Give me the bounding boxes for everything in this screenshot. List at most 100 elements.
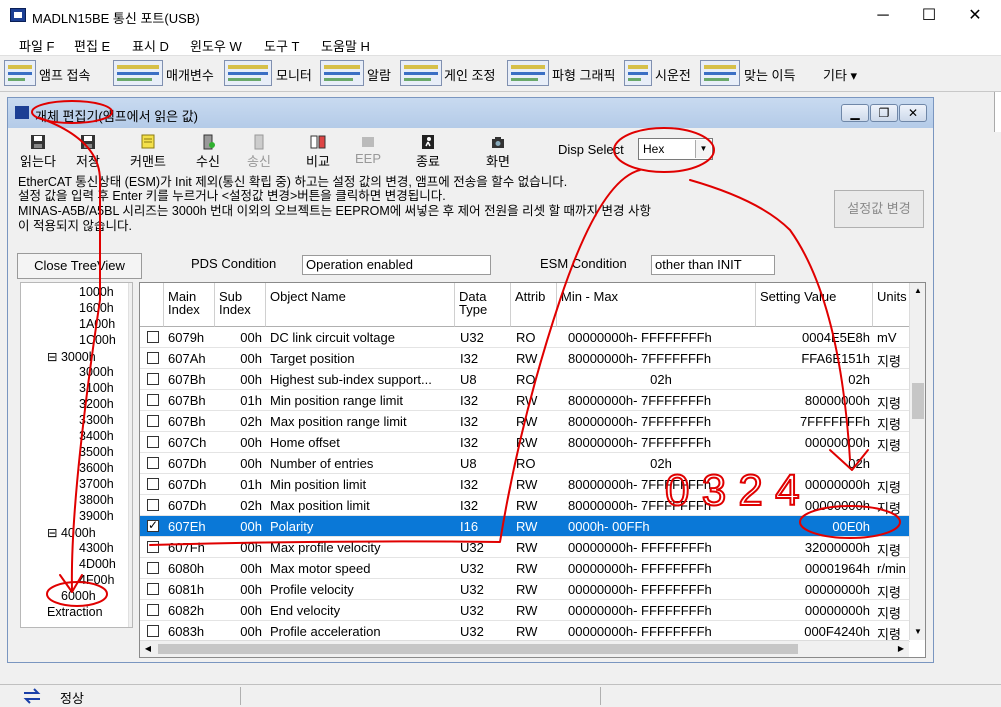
cell-value[interactable]: 00E0h bbox=[760, 519, 870, 534]
tree-node[interactable]: 1600h bbox=[79, 301, 114, 315]
table-row[interactable]: 607Fh 00h Max profile velocity U32 RW 0000000… bbox=[140, 537, 910, 558]
screen-button[interactable]: 화면 bbox=[476, 134, 520, 169]
cell-value[interactable]: 00000000h bbox=[760, 582, 870, 597]
tree-node[interactable]: 3900h bbox=[79, 509, 114, 523]
toolbar-waveform[interactable]: 파형 그래픽 bbox=[552, 65, 615, 84]
cell-value[interactable]: 32000000h bbox=[760, 540, 870, 555]
row-checkbox[interactable] bbox=[147, 499, 159, 511]
row-checkbox[interactable] bbox=[147, 457, 159, 469]
table-row[interactable]: 6081h 00h Profile velocity U32 RW 00000000h- … bbox=[140, 579, 910, 600]
alarm-icon[interactable] bbox=[320, 60, 364, 86]
table-row[interactable]: 607Bh 02h Max position range limit I32 RW 800… bbox=[140, 411, 910, 432]
row-checkbox[interactable] bbox=[147, 352, 159, 364]
tree-scrollbar[interactable] bbox=[128, 283, 132, 627]
tree-node[interactable]: 1C00h bbox=[79, 333, 116, 347]
col-sub-index-header[interactable]: Sub Index bbox=[215, 283, 266, 327]
col-main-index-header[interactable]: Main Index bbox=[164, 283, 215, 327]
toolbar-parameter[interactable]: 매개변수 bbox=[166, 65, 214, 84]
minimize-button[interactable]: ─ bbox=[860, 0, 906, 32]
child-close-button[interactable]: ✕ bbox=[899, 104, 927, 122]
hscroll-thumb[interactable] bbox=[158, 644, 798, 654]
col-units-header[interactable]: Units bbox=[873, 283, 913, 327]
scroll-right-icon[interactable]: ▶ bbox=[893, 641, 909, 657]
cell-value[interactable]: 00000000h bbox=[760, 477, 870, 492]
toolbar-monitor[interactable]: 모니터 bbox=[276, 65, 312, 84]
eep-button[interactable]: EEP bbox=[346, 134, 390, 168]
cell-value[interactable]: 0004E5E8h bbox=[760, 330, 870, 345]
table-row[interactable]: 607Bh 00h Highest sub-index support... U8 RO… bbox=[140, 369, 910, 390]
child-restore-button[interactable]: ❐ bbox=[870, 104, 898, 122]
row-checkbox[interactable] bbox=[147, 562, 159, 574]
row-checkbox[interactable] bbox=[147, 625, 159, 637]
toolbar-alarm[interactable]: 알람 bbox=[367, 65, 391, 84]
table-row[interactable]: 607Bh 01h Min position range limit I32 RW 800… bbox=[140, 390, 910, 411]
receive-button[interactable]: 수신 bbox=[186, 134, 230, 169]
table-row[interactable]: 6079h 00h DC link circuit voltage U32 RO 0000… bbox=[140, 327, 910, 348]
save-button[interactable]: 저장 bbox=[66, 134, 110, 169]
disp-select-dropdown[interactable]: Hex ▼ bbox=[638, 138, 713, 160]
toolbar-gain-tuning[interactable]: 게인 조정 bbox=[444, 65, 495, 84]
menu-file[interactable]: 파일 F bbox=[19, 36, 54, 55]
tree-node[interactable]: 3600h bbox=[79, 461, 114, 475]
table-row[interactable]: 6082h 00h End velocity U32 RW 00000000h- FFFF… bbox=[140, 600, 910, 621]
toolbar-other-dropdown[interactable]: 기타 ▾ bbox=[823, 65, 857, 84]
parameter-icon[interactable] bbox=[113, 60, 163, 86]
col-setting-value-header[interactable]: Setting Value bbox=[756, 283, 873, 327]
toolbar-amp-connect[interactable]: 앰프 접속 bbox=[39, 65, 90, 84]
tree-node[interactable]: 3800h bbox=[79, 493, 114, 507]
comment-button[interactable]: 커맨트 bbox=[126, 134, 170, 169]
row-checkbox[interactable] bbox=[147, 604, 159, 616]
tree-node[interactable]: 4F00h bbox=[79, 573, 114, 587]
col-object-name-header[interactable]: Object Name bbox=[266, 283, 455, 327]
row-checkbox[interactable] bbox=[147, 541, 159, 553]
table-row[interactable]: 607Eh 00h Polarity I16 RW 0000h- 00FFh 00E0h bbox=[140, 516, 910, 537]
col-attrib-header[interactable]: Attrib bbox=[511, 283, 557, 327]
table-row[interactable]: 6080h 00h Max motor speed U32 RW 00000000h- F… bbox=[140, 558, 910, 579]
cell-value[interactable]: 000F4240h bbox=[760, 624, 870, 639]
table-row[interactable]: 607Dh 00h Number of entries U8 RO 02h 02h bbox=[140, 453, 910, 474]
chevron-down-icon[interactable]: ▼ bbox=[695, 140, 711, 158]
toolbar-test-run[interactable]: 시운전 bbox=[655, 65, 691, 84]
read-button[interactable]: 읽는다 bbox=[16, 134, 60, 169]
row-checkbox[interactable] bbox=[147, 583, 159, 595]
table-row[interactable]: 607Dh 02h Max position limit I32 RW 80000000h… bbox=[140, 495, 910, 516]
tree-node-3000h-group[interactable]: ⊟ 3000h bbox=[47, 349, 96, 364]
collapse-icon[interactable]: ⊟ bbox=[47, 350, 61, 364]
table-horizontal-scrollbar[interactable]: ◀ ▶ bbox=[140, 640, 909, 657]
cell-value[interactable]: 00001964h bbox=[760, 561, 870, 576]
toolbar-fit-gain[interactable]: 맞는 이득 bbox=[744, 65, 795, 84]
close-treeview-button[interactable]: Close TreeView bbox=[17, 253, 142, 279]
cell-value[interactable]: 00000000h bbox=[760, 498, 870, 513]
tree-node[interactable]: 3500h bbox=[79, 445, 114, 459]
row-checkbox[interactable] bbox=[147, 518, 159, 532]
menu-view[interactable]: 표시 D bbox=[132, 36, 169, 55]
close-button[interactable]: ✕ bbox=[952, 0, 998, 32]
compare-button[interactable]: 비교 bbox=[296, 134, 340, 169]
tree-node[interactable]: 3100h bbox=[79, 381, 114, 395]
menu-window[interactable]: 윈도우 W bbox=[190, 36, 242, 55]
cell-value[interactable]: 7FFFFFFFh bbox=[760, 414, 870, 429]
maximize-button[interactable]: ☐ bbox=[906, 0, 952, 32]
cell-value[interactable]: 00000000h bbox=[760, 435, 870, 450]
fit-gain-icon[interactable] bbox=[700, 60, 740, 86]
row-checkbox[interactable] bbox=[147, 373, 159, 385]
table-row[interactable]: 6083h 00h Profile acceleration U32 RW 0000000… bbox=[140, 621, 910, 642]
waveform-icon[interactable] bbox=[507, 60, 549, 86]
row-checkbox[interactable] bbox=[147, 436, 159, 448]
tree-node[interactable]: 3700h bbox=[79, 477, 114, 491]
tree-node[interactable]: 1A00h bbox=[79, 317, 115, 331]
gain-tuning-icon[interactable] bbox=[400, 60, 442, 86]
row-checkbox[interactable] bbox=[147, 478, 159, 490]
exit-button[interactable]: 종료 bbox=[406, 134, 450, 169]
cell-value[interactable]: FFA6E151h bbox=[760, 351, 870, 366]
tree-node[interactable]: 3000h bbox=[79, 365, 114, 379]
tree-node[interactable]: 3400h bbox=[79, 429, 114, 443]
scroll-down-icon[interactable]: ▼ bbox=[910, 624, 925, 640]
scroll-thumb[interactable] bbox=[912, 383, 924, 419]
menu-edit[interactable]: 편집 E bbox=[74, 36, 110, 55]
tree-node-6000h[interactable]: 6000h bbox=[61, 589, 96, 603]
table-vertical-scrollbar[interactable]: ▲ ▼ bbox=[909, 283, 925, 640]
row-checkbox[interactable] bbox=[147, 394, 159, 406]
table-row[interactable]: 607Ch 00h Home offset I32 RW 80000000h- 7FFFF… bbox=[140, 432, 910, 453]
table-row[interactable]: 607Dh 01h Min position limit I32 RW 80000000h… bbox=[140, 474, 910, 495]
